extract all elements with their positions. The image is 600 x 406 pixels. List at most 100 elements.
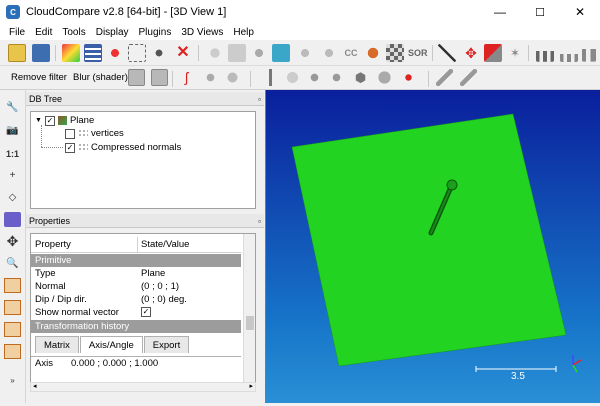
section-primitive[interactable]: Primitive bbox=[31, 254, 241, 267]
column-state-value: State/Value bbox=[141, 239, 190, 250]
row-key: Axis bbox=[35, 358, 53, 369]
scroll-right-icon[interactable]: ▸ bbox=[249, 382, 253, 390]
section-transformation-history[interactable]: Transformation history bbox=[31, 320, 241, 333]
minimize-button[interactable]: — bbox=[480, 0, 520, 24]
cube-view-back-icon[interactable] bbox=[4, 344, 21, 359]
open-file-icon[interactable] bbox=[8, 44, 26, 62]
point-list-icon[interactable] bbox=[202, 69, 219, 86]
menu-edit[interactable]: Edit bbox=[30, 27, 57, 38]
rgb-label-icon[interactable] bbox=[328, 69, 345, 86]
table-row[interactable]: Type Plane bbox=[31, 267, 241, 280]
float-panel-icon[interactable]: ▫ bbox=[258, 215, 261, 229]
properties-scrollbar[interactable] bbox=[243, 234, 255, 382]
point-picking-icon[interactable] bbox=[438, 44, 456, 62]
scrollbar-thumb[interactable] bbox=[246, 316, 254, 330]
maximize-button[interactable]: ☐ bbox=[520, 0, 560, 24]
scalar-field-icon[interactable] bbox=[62, 44, 80, 62]
tab-axis-angle[interactable]: Axis/Angle bbox=[79, 336, 143, 353]
gaussian-icon[interactable] bbox=[582, 44, 596, 62]
scroll-left-icon[interactable]: ◂ bbox=[33, 382, 37, 390]
section-label: Transformation history bbox=[35, 321, 130, 332]
bunny-icon[interactable] bbox=[364, 44, 382, 62]
distance-icon[interactable] bbox=[296, 44, 314, 62]
polygon-icon[interactable]: ⬢ bbox=[352, 69, 369, 86]
clone-icon[interactable] bbox=[128, 44, 146, 62]
list-icon[interactable] bbox=[84, 44, 102, 62]
row-value: (0 ; 0 ; 1) bbox=[141, 281, 180, 292]
histogram-icon[interactable] bbox=[536, 44, 554, 62]
subsample-icon[interactable] bbox=[206, 44, 224, 62]
clipping-box-icon[interactable] bbox=[436, 69, 453, 86]
merge-icon[interactable] bbox=[150, 44, 168, 62]
mesh-icon[interactable] bbox=[272, 44, 290, 62]
section-icon[interactable] bbox=[460, 69, 477, 86]
3d-view[interactable]: 3.5 bbox=[265, 90, 600, 403]
tree-item-vertices[interactable]: vertices bbox=[65, 127, 124, 140]
close-button[interactable]: ✕ bbox=[560, 0, 600, 24]
expand-arrow-icon[interactable]: ▼ bbox=[35, 117, 42, 124]
perspective-icon[interactable]: ◇ bbox=[4, 190, 21, 205]
tab-matrix[interactable]: Matrix bbox=[35, 336, 79, 353]
row-key: Type bbox=[35, 268, 56, 279]
menu-help[interactable]: Help bbox=[228, 27, 259, 38]
pivot-icon[interactable]: + bbox=[4, 168, 21, 183]
zoom-icon[interactable]: 🔍 bbox=[4, 256, 21, 271]
menu-file[interactable]: File bbox=[4, 27, 30, 38]
db-tree-header: DB Tree ▫ bbox=[26, 92, 264, 106]
show-normal-vector-checkbox[interactable]: ✓ bbox=[141, 307, 151, 317]
menu-tools[interactable]: Tools bbox=[57, 27, 90, 38]
octree-icon[interactable] bbox=[228, 44, 246, 62]
tree-connector-line bbox=[41, 147, 63, 148]
translate-rotate-icon[interactable]: ✥ bbox=[462, 44, 480, 62]
blur-shader-button[interactable]: Blur (shader) bbox=[70, 70, 131, 86]
tree-item-compressed-normals[interactable]: ✓ Compressed normals bbox=[65, 141, 181, 154]
plane-visibility-checkbox[interactable]: ✓ bbox=[44, 115, 55, 126]
shield-icon[interactable] bbox=[224, 69, 241, 86]
menu-plugins[interactable]: Plugins bbox=[134, 27, 177, 38]
more-tools-icon[interactable]: » bbox=[4, 373, 21, 388]
brush-icon[interactable] bbox=[262, 69, 279, 86]
table-row[interactable]: Normal (0 ; 0 ; 1) bbox=[31, 280, 241, 293]
menu-3d-views[interactable]: 3D Views bbox=[176, 27, 228, 38]
checkerboard-icon[interactable] bbox=[386, 44, 404, 62]
3d-scene[interactable] bbox=[266, 90, 600, 403]
multi-label-icon[interactable] bbox=[306, 69, 323, 86]
cube-view-left-icon[interactable] bbox=[4, 322, 21, 337]
label-icon[interactable] bbox=[284, 69, 301, 86]
remove-filter-button[interactable]: Remove filter bbox=[8, 70, 70, 86]
segment-icon[interactable] bbox=[484, 44, 502, 62]
transformation-tabs: Matrix Axis/Angle Export bbox=[35, 336, 190, 353]
sphere-icon[interactable] bbox=[376, 69, 393, 86]
plane-mesh[interactable] bbox=[291, 113, 567, 367]
table-row[interactable]: Dip / Dip dir. (0 ; 0) deg. bbox=[31, 293, 241, 306]
translate-object-icon[interactable] bbox=[106, 44, 124, 62]
front-view-icon[interactable] bbox=[4, 212, 21, 227]
sor-filter-icon[interactable]: SOR bbox=[408, 44, 428, 62]
menu-display[interactable]: Display bbox=[91, 27, 134, 38]
move-icon[interactable]: ✥ bbox=[4, 233, 21, 249]
save-icon[interactable] bbox=[32, 44, 50, 62]
zoom-one-to-one-button[interactable]: 1:1 bbox=[4, 146, 21, 161]
connected-components-icon[interactable]: CC bbox=[342, 44, 360, 62]
camera-icon[interactable]: 📷 bbox=[4, 123, 21, 138]
horizontal-scrollbar[interactable]: ◂ ▸ bbox=[30, 382, 256, 392]
section-label: Primitive bbox=[35, 255, 72, 266]
table-row[interactable]: Show normal vector ✓ bbox=[31, 306, 241, 319]
delete-icon[interactable]: ✕ bbox=[174, 44, 192, 62]
curve-icon[interactable]: ʃ bbox=[178, 69, 195, 86]
normals-icon[interactable] bbox=[250, 44, 268, 62]
cube-view-top-icon[interactable] bbox=[4, 278, 21, 293]
align-icon[interactable]: ✶ bbox=[506, 44, 524, 62]
vertices-visibility-checkbox[interactable] bbox=[65, 128, 75, 139]
normals-visibility-checkbox[interactable]: ✓ bbox=[65, 142, 75, 153]
scalar-field-statistics-icon[interactable] bbox=[560, 44, 578, 62]
red-label-icon[interactable] bbox=[400, 69, 417, 86]
tree-item-plane[interactable]: ▼ ✓ Plane bbox=[35, 114, 94, 127]
edl-shader-icon[interactable] bbox=[128, 69, 145, 86]
ssao-shader-icon[interactable] bbox=[151, 69, 168, 86]
cloud-mesh-distance-icon[interactable] bbox=[320, 44, 338, 62]
tab-export[interactable]: Export bbox=[143, 336, 190, 353]
cube-view-front-icon[interactable] bbox=[4, 300, 21, 315]
float-panel-icon[interactable]: ▫ bbox=[258, 93, 261, 107]
wrench-icon[interactable]: 🔧 bbox=[4, 100, 21, 115]
